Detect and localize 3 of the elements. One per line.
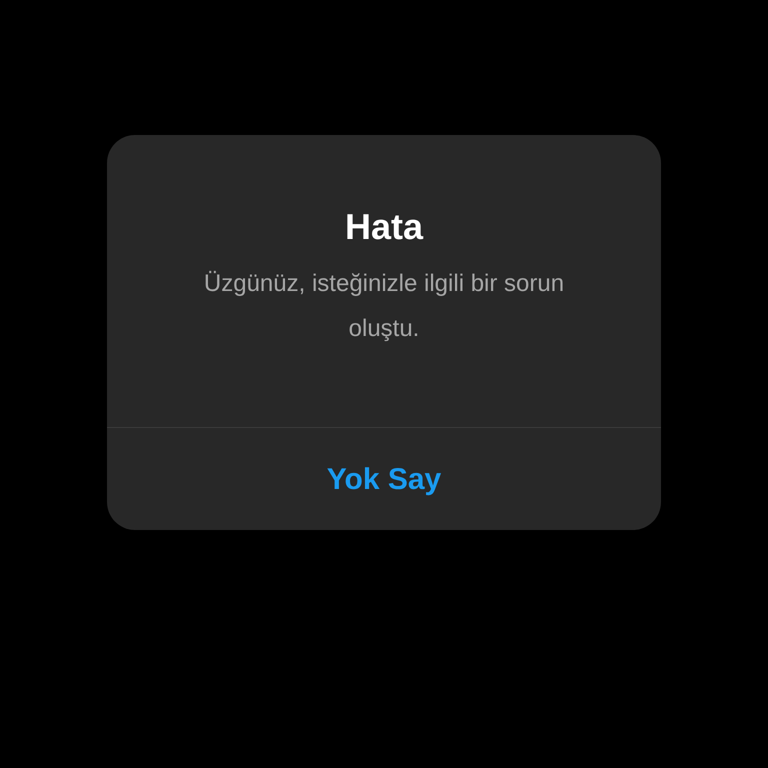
dialog-message: Üzgünüz, isteğinizle ilgili bir sorun oluştu. bbox=[202, 269, 566, 344]
dismiss-button[interactable]: Yok Say bbox=[310, 448, 458, 510]
dialog-title: Hata bbox=[344, 205, 424, 249]
